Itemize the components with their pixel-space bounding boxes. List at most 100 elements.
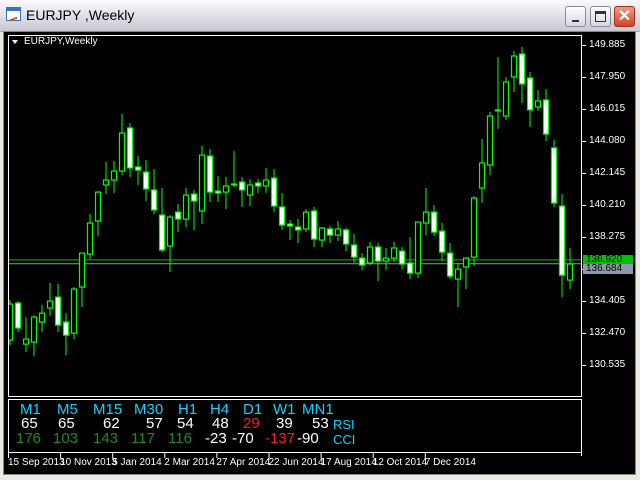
candle bbox=[534, 90, 542, 111]
bear-candle-body bbox=[374, 246, 382, 262]
bear-candle-body bbox=[438, 230, 446, 253]
candle bbox=[86, 214, 94, 260]
cci-value: 103 bbox=[53, 430, 79, 447]
bull-candle-body bbox=[318, 227, 326, 241]
rsi-value: 57 bbox=[146, 415, 163, 432]
bull-candle-body bbox=[222, 185, 230, 193]
candle bbox=[150, 168, 158, 215]
candle bbox=[198, 145, 206, 225]
bear-candle-body bbox=[62, 321, 70, 336]
bull-candle-body bbox=[470, 197, 478, 258]
bull-candle-body bbox=[454, 268, 462, 280]
bear-candle-body bbox=[206, 155, 214, 193]
cci-value: 143 bbox=[93, 430, 119, 447]
candle bbox=[430, 205, 438, 237]
candle bbox=[566, 247, 574, 290]
bear-candle-body bbox=[310, 210, 318, 240]
bull-candle-body bbox=[462, 257, 470, 268]
candle bbox=[478, 139, 486, 204]
bear-candle-body bbox=[342, 229, 350, 245]
main-chart-border bbox=[8, 35, 582, 397]
cci-label: CCI bbox=[333, 432, 356, 447]
bull-candle-body bbox=[110, 170, 118, 181]
candle bbox=[78, 252, 86, 308]
candle bbox=[550, 140, 558, 207]
candle bbox=[230, 151, 238, 187]
candle bbox=[134, 156, 142, 185]
y-axis-label: 144.080 bbox=[589, 135, 626, 146]
rsi-value: 29 bbox=[243, 415, 260, 432]
bull-candle-body bbox=[486, 115, 494, 166]
candle bbox=[110, 161, 118, 194]
bull-candle-body bbox=[230, 183, 238, 186]
bear-candle-body bbox=[518, 53, 526, 85]
cci-value: -23 bbox=[205, 430, 227, 447]
candle bbox=[326, 226, 334, 244]
bull-candle-body bbox=[422, 211, 430, 224]
candle bbox=[382, 247, 390, 271]
bull-candle-body bbox=[510, 55, 518, 78]
bear-candle-body bbox=[190, 193, 198, 202]
bull-candle-body bbox=[366, 246, 374, 264]
bull-candle-body bbox=[102, 179, 110, 186]
bear-candle-body bbox=[550, 147, 558, 204]
x-axis-label: 12 Oct 2014 bbox=[372, 457, 428, 468]
candle bbox=[350, 234, 358, 264]
x-axis-label: 2 Mar 2014 bbox=[164, 457, 215, 468]
candle bbox=[54, 284, 62, 333]
bull-candle-body bbox=[118, 132, 126, 172]
rsi-value: 65 bbox=[58, 415, 75, 432]
bull-candle-body bbox=[302, 211, 310, 230]
candle bbox=[374, 243, 382, 282]
candle bbox=[358, 253, 366, 271]
x-axis-label: 15 Sep 2013 bbox=[8, 457, 65, 468]
bear-candle-body bbox=[54, 296, 62, 326]
bear-candle-body bbox=[254, 182, 262, 187]
bull-candle-body bbox=[198, 154, 206, 212]
candle bbox=[406, 237, 414, 280]
bear-candle-body bbox=[158, 214, 166, 251]
bull-candle-body bbox=[246, 184, 254, 196]
y-axis-label: 132.470 bbox=[589, 327, 626, 338]
candle bbox=[342, 227, 350, 252]
x-axis-label: 22 Jun 2014 bbox=[268, 457, 324, 468]
bear-candle-body bbox=[214, 190, 222, 194]
bear-candle-body bbox=[270, 177, 278, 207]
rsi-value: 39 bbox=[276, 415, 293, 432]
rsi-value: 54 bbox=[177, 415, 194, 432]
bull-candle-body bbox=[46, 300, 54, 309]
bear-candle-body bbox=[134, 166, 142, 171]
candle bbox=[294, 219, 302, 244]
candle bbox=[278, 193, 286, 230]
candle bbox=[118, 114, 126, 176]
bear-candle-body bbox=[294, 226, 302, 231]
bull-candle-body bbox=[86, 222, 94, 255]
candle bbox=[494, 56, 502, 129]
candle bbox=[446, 243, 454, 280]
candle bbox=[390, 242, 398, 263]
candle bbox=[318, 226, 326, 248]
bull-candle-body bbox=[382, 257, 390, 262]
y-axis-label: 149.885 bbox=[589, 39, 626, 50]
candle bbox=[510, 51, 518, 93]
x-axis-label: 5 Jan 2014 bbox=[112, 457, 162, 468]
candle bbox=[470, 196, 478, 267]
candle bbox=[222, 177, 230, 209]
candle bbox=[206, 148, 214, 203]
bear-candle-body bbox=[14, 302, 22, 329]
bull-candle-body bbox=[166, 216, 174, 247]
chart-menu-triangle-icon[interactable] bbox=[12, 40, 18, 44]
bull-candle-body bbox=[494, 109, 502, 112]
y-axis-label: 147.950 bbox=[589, 71, 626, 82]
candle bbox=[486, 112, 494, 176]
bear-candle-body bbox=[446, 252, 454, 277]
x-axis-label: 7 Dec 2014 bbox=[424, 457, 476, 468]
candle bbox=[46, 283, 54, 317]
candle bbox=[502, 77, 510, 120]
bull-candle-body bbox=[22, 338, 30, 345]
bear-candle-body bbox=[350, 244, 358, 258]
bull-candle-body bbox=[38, 312, 46, 323]
candle bbox=[526, 72, 534, 127]
candle bbox=[366, 242, 374, 266]
bull-candle-body bbox=[390, 247, 398, 259]
